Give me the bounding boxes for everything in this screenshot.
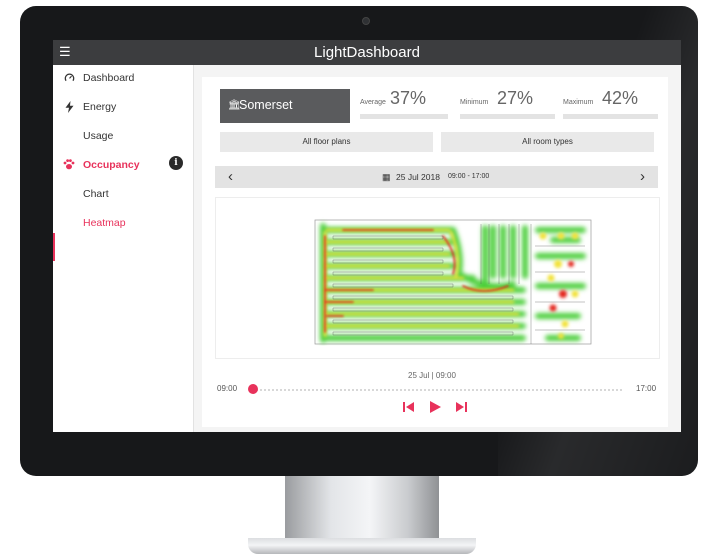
stat-average-label: Average <box>360 99 386 106</box>
stat-minimum-label: Minimum <box>460 99 489 106</box>
stat-average-bar <box>360 114 448 119</box>
stat-average-value: 37% <box>390 88 427 108</box>
date-navigator: ‹ ▦ 25 Jul 2018 09:00 - 17:00 › <box>215 166 658 188</box>
sidebar: Dashboard Energy Usage Occupancy i Chart… <box>53 65 194 432</box>
stat-minimum-bar <box>460 114 555 119</box>
timeline-start-label: 09:00 <box>217 384 238 393</box>
timeline-track[interactable] <box>252 389 622 391</box>
sidebar-item-label: Chart <box>83 188 109 200</box>
selected-date[interactable]: 25 Jul 2018 <box>396 166 440 188</box>
camera-icon <box>362 17 370 25</box>
app-screen: ☰ LightDashboard Dashboard Energy Usage <box>53 40 681 432</box>
stat-minimum: Minimum 27% <box>460 88 555 123</box>
sidebar-item-label: Dashboard <box>83 72 135 84</box>
monitor-stand-neck <box>285 476 439 540</box>
site-name: Somerset <box>239 98 293 112</box>
paw-icon <box>62 154 76 179</box>
lightning-icon <box>62 96 76 122</box>
sidebar-item-label: Occupancy <box>83 159 140 171</box>
active-indicator <box>53 233 55 261</box>
skip-back-icon[interactable] <box>402 401 416 413</box>
sidebar-item-dashboard[interactable]: Dashboard <box>53 67 193 89</box>
timeline-slider-thumb[interactable] <box>248 384 258 394</box>
dashboard-icon <box>62 67 76 92</box>
stat-average: Average 37% <box>360 88 450 123</box>
app-title: LightDashboard <box>314 44 420 61</box>
sidebar-item-occupancy[interactable]: Occupancy i <box>53 154 193 176</box>
stat-maximum: Maximum 42% <box>563 88 658 123</box>
sidebar-item-heatmap[interactable]: Heatmap <box>53 212 193 234</box>
timeline-end-label: 17:00 <box>636 384 657 393</box>
heatmap-card <box>215 197 660 359</box>
previous-date-button[interactable]: ‹ <box>228 166 233 188</box>
occupancy-heatmap <box>313 216 593 346</box>
sidebar-item-label: Usage <box>83 130 114 142</box>
next-date-button[interactable]: › <box>640 166 645 188</box>
site-selector[interactable]: 🏛 Somerset <box>220 89 350 123</box>
sidebar-item-chart[interactable]: Chart <box>53 183 193 205</box>
monitor-stand-base <box>248 538 476 554</box>
timeline-current-time: 25 Jul | 09:00 <box>408 371 456 380</box>
stat-maximum-label: Maximum <box>563 99 594 106</box>
stat-maximum-bar <box>563 114 658 119</box>
stat-minimum-value: 27% <box>497 88 534 108</box>
occupancy-panel: 🏛 Somerset Average 37% Minimum 27% Maxim… <box>202 77 668 427</box>
sidebar-item-usage[interactable]: Usage <box>53 125 193 147</box>
room-type-filter[interactable]: All room types <box>441 132 654 152</box>
time-range: 09:00 - 17:00 <box>448 173 490 180</box>
stat-maximum-value: 42% <box>602 88 639 108</box>
sidebar-item-label: Heatmap <box>83 217 126 229</box>
calendar-icon: ▦ <box>382 172 391 182</box>
info-icon[interactable]: i <box>169 156 183 170</box>
floor-plan-filter[interactable]: All floor plans <box>220 132 433 152</box>
skip-forward-icon[interactable] <box>454 401 468 413</box>
sidebar-item-label: Energy <box>83 101 117 113</box>
top-bar: ☰ LightDashboard <box>53 40 681 65</box>
play-icon[interactable] <box>428 401 442 413</box>
sidebar-item-energy[interactable]: Energy <box>53 96 193 118</box>
